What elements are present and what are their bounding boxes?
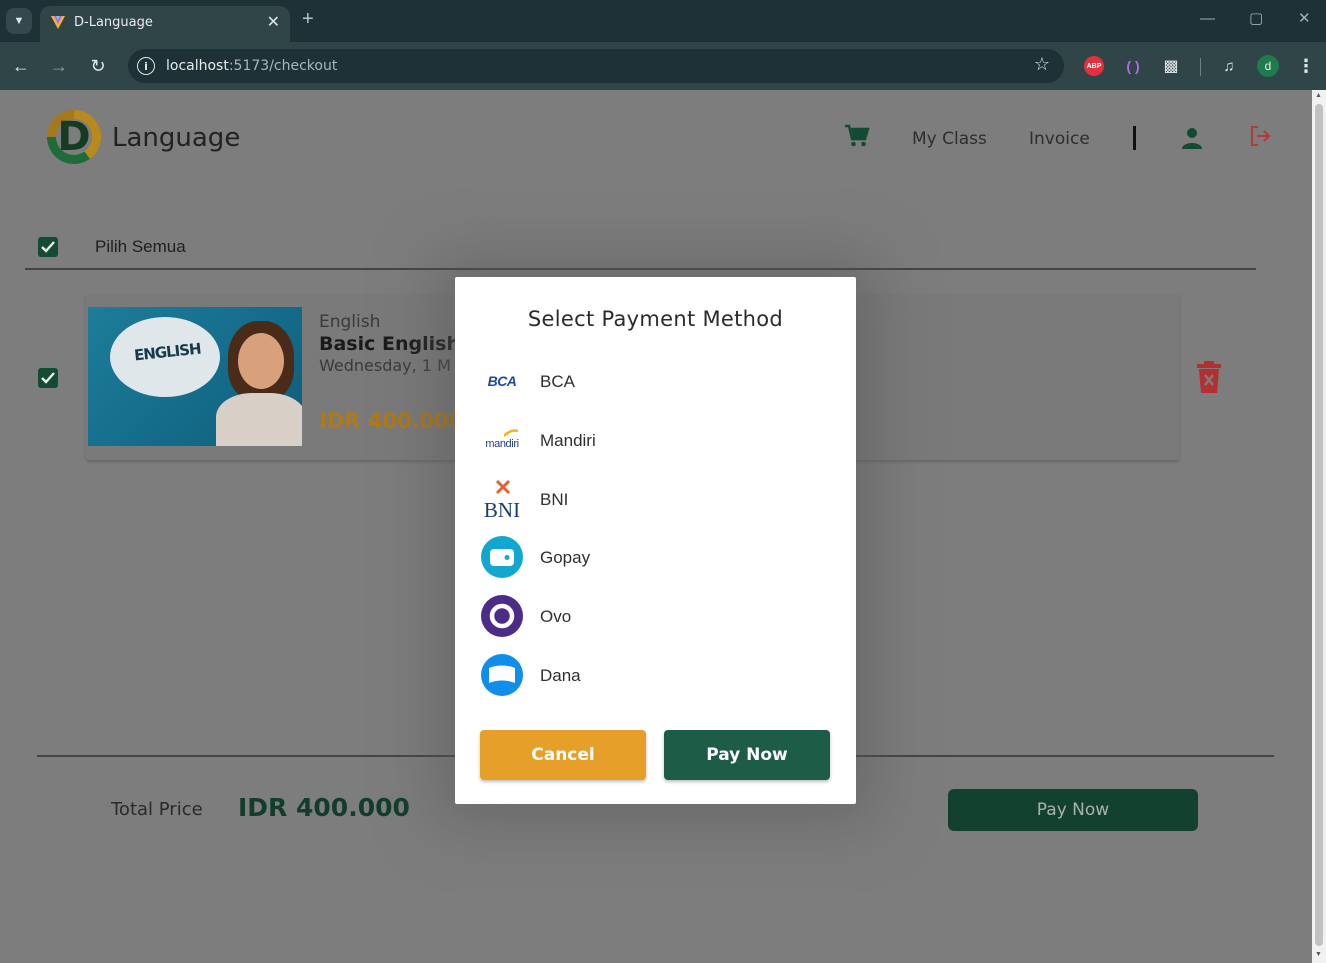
divider	[25, 268, 1256, 270]
bni-logo-text: BNI	[484, 498, 520, 521]
close-window-icon[interactable]: ✕	[1298, 10, 1311, 28]
logout-icon[interactable]	[1248, 124, 1272, 148]
nav-invoice[interactable]: Invoice	[1029, 129, 1090, 149]
back-icon[interactable]: ←	[9, 54, 33, 78]
more-menu-icon[interactable]: ⋮	[1296, 56, 1316, 76]
bni-logo-icon: BNI	[479, 476, 525, 522]
chevron-down-icon: ▼	[13, 15, 25, 27]
person-face	[238, 333, 284, 389]
item-checkbox[interactable]	[38, 368, 58, 388]
bracket-extension-icon[interactable]: ( )	[1122, 56, 1144, 76]
reload-icon[interactable]: ↻	[86, 54, 110, 78]
bca-logo-text: BCA	[487, 373, 517, 389]
dana-wave-icon	[481, 654, 523, 696]
course-schedule: Wednesday, 1 M	[319, 356, 451, 375]
extensions-puzzle-icon[interactable]: ▩	[1160, 56, 1182, 76]
payment-option-ovo[interactable]: Ovo	[479, 593, 809, 639]
payment-option-gopay[interactable]: Gopay	[479, 534, 809, 580]
payment-option-label: BCA	[540, 372, 575, 391]
person-body	[216, 393, 302, 446]
adblock-extension-icon[interactable]: ABP	[1084, 56, 1104, 76]
close-tab-icon[interactable]: ✕	[267, 12, 280, 32]
profile-avatar[interactable]: d	[1257, 55, 1279, 77]
bookmark-star-icon[interactable]: ☆	[1034, 54, 1050, 75]
minimize-icon[interactable]: —	[1200, 10, 1215, 28]
bni-emblem-icon: BNI	[484, 479, 520, 521]
site-info-icon[interactable]: i	[137, 57, 155, 75]
payment-option-mandiri[interactable]: mandiri Mandiri	[479, 417, 809, 463]
payment-option-label: Gopay	[540, 548, 591, 567]
gopay-logo-icon	[479, 534, 525, 580]
modal-title: Select Payment Method	[527, 307, 784, 331]
payment-option-bni[interactable]: BNI BNI	[479, 476, 809, 522]
page-scrollbar[interactable]: ▲ ▼	[1312, 90, 1326, 963]
payment-option-label: Ovo	[540, 607, 572, 626]
cancel-button[interactable]: Cancel	[480, 730, 646, 780]
browser-tab[interactable]: D-Language ✕	[40, 6, 290, 42]
forward-icon[interactable]: →	[47, 54, 71, 78]
course-price: IDR 400.000	[319, 409, 464, 433]
dana-logo-icon	[479, 652, 525, 698]
checkmark-icon	[41, 241, 55, 253]
favicon-icon	[51, 16, 65, 29]
logo-letter: D	[57, 114, 91, 160]
tab-search-button[interactable]: ▼	[6, 8, 32, 34]
modal-pay-now-button[interactable]: Pay Now	[664, 730, 830, 780]
select-all-checkbox[interactable]	[38, 237, 58, 257]
pay-now-button[interactable]: Pay Now	[948, 789, 1198, 831]
address-bar[interactable]: i localhost:5173/checkout ☆	[128, 49, 1064, 83]
payment-option-dana[interactable]: Dana	[479, 652, 809, 698]
course-category: English	[319, 312, 381, 332]
total-price-value: IDR 400.000	[238, 793, 410, 822]
payment-option-label: BNI	[540, 490, 569, 509]
total-price-label: Total Price	[111, 799, 203, 820]
course-title: Basic English	[319, 333, 460, 355]
bca-logo-icon: BCA	[479, 358, 525, 404]
course-image: ENGLISH	[88, 307, 302, 446]
payment-option-label: Dana	[540, 666, 581, 685]
media-control-icon[interactable]: ♫	[1218, 56, 1240, 76]
mandiri-logo-text: mandiri	[485, 438, 519, 450]
mandiri-wave-icon	[504, 429, 518, 437]
payment-method-modal: Select Payment Method BCA BCA mandiri Ma…	[455, 277, 856, 804]
select-all-label: Pilih Semua	[95, 237, 186, 256]
ovo-ring-icon	[481, 595, 523, 637]
cart-icon[interactable]	[844, 124, 870, 148]
logo-text[interactable]: Language	[112, 123, 240, 153]
browser-toolbar: ← → ↻ i localhost:5173/checkout ☆ ABP ( …	[0, 42, 1326, 90]
ovo-logo-icon	[479, 593, 525, 639]
mandiri-logo-icon: mandiri	[479, 417, 525, 463]
payment-option-bca[interactable]: BCA BCA	[479, 358, 809, 404]
tab-title: D-Language	[74, 15, 153, 30]
checkmark-icon	[41, 372, 55, 384]
payment-option-label: Mandiri	[540, 431, 596, 450]
scroll-down-icon[interactable]: ▼	[1315, 951, 1322, 958]
user-icon[interactable]	[1180, 126, 1204, 150]
url-text[interactable]: localhost:5173/checkout	[166, 58, 337, 74]
new-tab-icon[interactable]: +	[302, 9, 314, 29]
nav-separator	[1133, 126, 1136, 150]
browser-tab-bar: ▼ D-Language ✕ + — ▢ ✕	[0, 0, 1326, 42]
scrollbar-thumb[interactable]	[1315, 104, 1323, 946]
toolbar-separator	[1200, 58, 1201, 76]
scroll-up-icon[interactable]: ▲	[1315, 92, 1322, 99]
nav-my-class[interactable]: My Class	[912, 129, 987, 149]
gopay-wallet-icon	[481, 536, 523, 578]
trash-icon[interactable]	[1196, 361, 1222, 393]
maximize-icon[interactable]: ▢	[1249, 10, 1263, 28]
